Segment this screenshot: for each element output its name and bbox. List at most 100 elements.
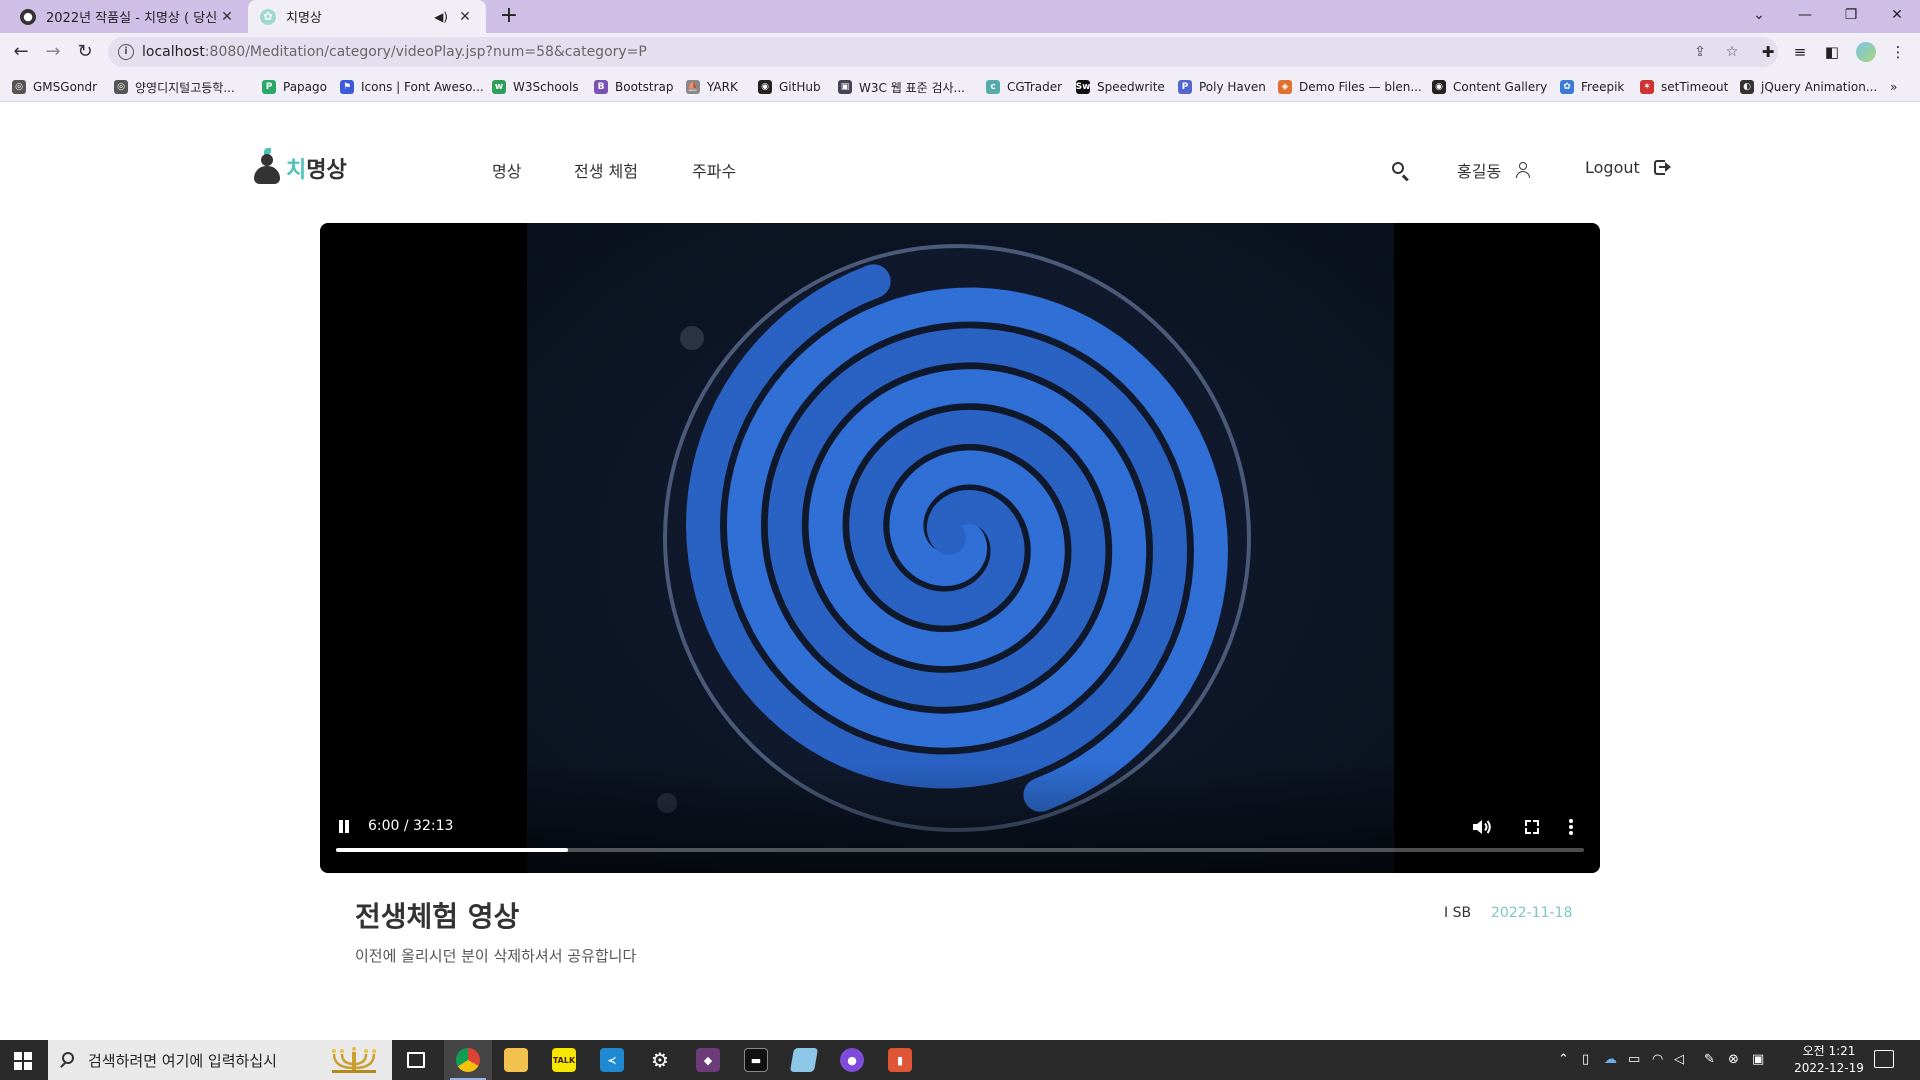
video-time-display: 6:00 / 32:13 <box>368 818 454 834</box>
reload-icon[interactable]: ↻ <box>72 39 98 65</box>
bookmark-item[interactable]: ⛵ YARK <box>686 78 738 96</box>
bookmark-label: 양영디지털고등학... <box>135 80 235 95</box>
bookmark-favicon-icon: ⛵ <box>686 80 700 94</box>
menorah-search-decoration-icon <box>332 1047 376 1073</box>
tray-speaker-icon[interactable]: ◁ <box>1674 1052 1684 1067</box>
taskbar-clock[interactable]: 오전 1:21 2022-12-19 <box>1794 1043 1864 1077</box>
site-info-icon[interactable]: i <box>118 44 134 60</box>
bookmarks-overflow-chevron-icon[interactable]: » <box>1890 78 1897 96</box>
taskbar-search-box[interactable]: 검색하려면 여기에 입력하십시 <box>48 1040 392 1080</box>
user-profile-link[interactable]: 홍길동 <box>1457 158 1531 182</box>
tab-title: 2022년 작품실 - 치명상 ( 당신을 <box>46 11 218 26</box>
bookmark-label: Content Gallery <box>1453 80 1548 94</box>
nav-item-past-life[interactable]: 전생 체험 <box>574 158 638 182</box>
taskbar-file-explorer-icon[interactable] <box>492 1040 540 1080</box>
side-panel-icon[interactable]: ◧ <box>1821 41 1843 63</box>
user-icon <box>1515 161 1531 179</box>
bookmark-label: CGTrader <box>1007 80 1063 94</box>
bookmark-item[interactable]: ◐ jQuery Animation... <box>1740 78 1877 96</box>
volume-icon[interactable] <box>1470 815 1494 839</box>
taskbar-settings-gear-icon[interactable]: ⚙ <box>636 1040 684 1080</box>
bookmark-item[interactable]: ◉ GitHub <box>758 78 821 96</box>
nav-item-frequency[interactable]: 주파수 <box>692 158 736 182</box>
tab-audio-icon[interactable]: ◀) <box>434 10 448 24</box>
new-tab-button[interactable]: + <box>496 4 522 30</box>
bookmark-item[interactable]: P Poly Haven <box>1178 78 1266 96</box>
bookmark-item[interactable]: B Bootstrap <box>594 78 673 96</box>
bookmark-label: Demo Files — blen... <box>1299 80 1422 94</box>
logo-accent-text: 치 <box>286 158 307 183</box>
tray-device-icon[interactable]: ▯ <box>1582 1052 1589 1067</box>
bookmark-item[interactable]: P Papago <box>262 78 327 96</box>
site-logo[interactable]: 치명상 <box>252 148 347 188</box>
bookmark-label: Speedwrite <box>1097 80 1165 94</box>
taskbar-search-placeholder: 검색하려면 여기에 입력하십시 <box>88 1052 277 1070</box>
bookmark-item[interactable]: ◎ 양영디지털고등학... <box>114 78 235 96</box>
bookmark-item[interactable]: ✿ Freepik <box>1560 78 1624 96</box>
bookmark-label: W3C 웹 표준 검사... <box>859 80 965 95</box>
bookmark-favicon-icon: ◐ <box>1740 80 1754 94</box>
tray-pen-icon[interactable]: ✎ <box>1704 1052 1715 1067</box>
tray-onedrive-icon[interactable]: ☁ <box>1604 1052 1617 1067</box>
tray-battery-icon[interactable]: ▭ <box>1628 1052 1640 1067</box>
bookmark-star-icon[interactable]: ☆ <box>1722 42 1742 62</box>
logout-label: Logout <box>1585 158 1640 177</box>
browser-tab-active[interactable]: ✿ 치명상 ◀) ✕ <box>248 0 486 33</box>
profile-avatar[interactable] <box>1856 42 1876 62</box>
tray-ime-icon[interactable]: ▣ <box>1752 1052 1764 1067</box>
extensions-puzzle-icon[interactable]: ✚ <box>1757 41 1779 63</box>
bookmark-favicon-icon: ⚑ <box>340 80 354 94</box>
bookmark-item[interactable]: w W3Schools <box>492 78 579 96</box>
tab-close-icon[interactable]: ✕ <box>218 9 236 25</box>
url-host: localhost <box>142 44 205 60</box>
task-view-icon[interactable] <box>392 1040 440 1080</box>
bookmark-item[interactable]: c CGTrader <box>986 78 1062 96</box>
address-bar[interactable]: i localhost:8080/Meditation/category/vid… <box>108 37 1778 67</box>
bookmark-item[interactable]: Sw Speedwrite <box>1076 78 1165 96</box>
tray-status-icon[interactable]: ⊗ <box>1728 1052 1739 1067</box>
nav-item-meditation[interactable]: 명상 <box>492 158 521 182</box>
bookmark-item[interactable]: ✶ setTimeout <box>1640 78 1728 96</box>
bookmark-item[interactable]: ◉ Content Gallery <box>1432 78 1547 96</box>
search-icon[interactable] <box>1390 160 1412 182</box>
tray-wifi-icon[interactable]: ◠ <box>1652 1052 1663 1067</box>
tab-search-chevron-icon[interactable]: ⌄ <box>1736 0 1782 30</box>
site-header: 치명상 명상 전생 체험 주파수 홍길동 Logout <box>0 102 1920 222</box>
browser-menu-icon[interactable]: ⋮ <box>1887 41 1909 63</box>
bookmark-label: Icons | Font Aweso... <box>361 80 484 94</box>
bookmark-label: Papago <box>283 80 327 94</box>
share-icon[interactable]: ⇪ <box>1690 42 1710 62</box>
browser-tab-inactive[interactable]: ● 2022년 작품실 - 치명상 ( 당신을 ✕ <box>8 0 248 33</box>
taskbar-github-desktop-icon[interactable]: ● <box>828 1040 876 1080</box>
taskbar-chrome-icon[interactable] <box>444 1040 492 1080</box>
window-minimize-button[interactable]: — <box>1782 0 1828 30</box>
bookmark-label: Bootstrap <box>615 80 674 94</box>
tab-close-icon[interactable]: ✕ <box>456 9 474 25</box>
media-control-icon[interactable]: ≡ <box>1789 41 1811 63</box>
taskbar-red-app-icon[interactable]: ▮ <box>876 1040 924 1080</box>
fullscreen-icon[interactable] <box>1521 816 1543 838</box>
more-options-icon[interactable] <box>1568 817 1574 837</box>
bookmark-item[interactable]: ⚑ Icons | Font Aweso... <box>340 78 484 96</box>
window-close-button[interactable]: ✕ <box>1874 0 1920 30</box>
taskbar-kakaotalk-icon[interactable]: TALK <box>540 1040 588 1080</box>
bookmark-item[interactable]: ▣ W3C 웹 표준 검사... <box>838 78 965 96</box>
window-restore-button[interactable]: ❐ <box>1828 0 1874 30</box>
notification-center-icon[interactable] <box>1874 1050 1894 1068</box>
bookmark-favicon-icon: ◉ <box>758 80 772 94</box>
tray-chevron-up-icon[interactable]: ⌃ <box>1558 1052 1569 1067</box>
taskbar-game-app-icon[interactable]: ◆ <box>684 1040 732 1080</box>
forward-arrow-icon[interactable]: → <box>40 39 66 65</box>
pause-icon[interactable] <box>338 820 352 834</box>
taskbar-terminal-icon[interactable]: ▬ <box>732 1040 780 1080</box>
taskbar-vscode-icon[interactable]: ≺ <box>588 1040 636 1080</box>
video-player[interactable]: 6:00 / 32:13 <box>320 223 1600 873</box>
url-field[interactable]: localhost:8080/Meditation/category/video… <box>142 37 1642 67</box>
logout-link[interactable]: Logout <box>1585 158 1672 177</box>
back-arrow-icon[interactable]: ← <box>8 39 34 65</box>
windows-start-icon[interactable] <box>0 1040 46 1080</box>
taskbar-notes-app-icon[interactable] <box>780 1040 828 1080</box>
video-progress-bar[interactable] <box>336 848 1584 852</box>
bookmark-item[interactable]: ◈ Demo Files — blen... <box>1278 78 1422 96</box>
bookmark-item[interactable]: ◎ GMSGondr <box>12 78 97 96</box>
